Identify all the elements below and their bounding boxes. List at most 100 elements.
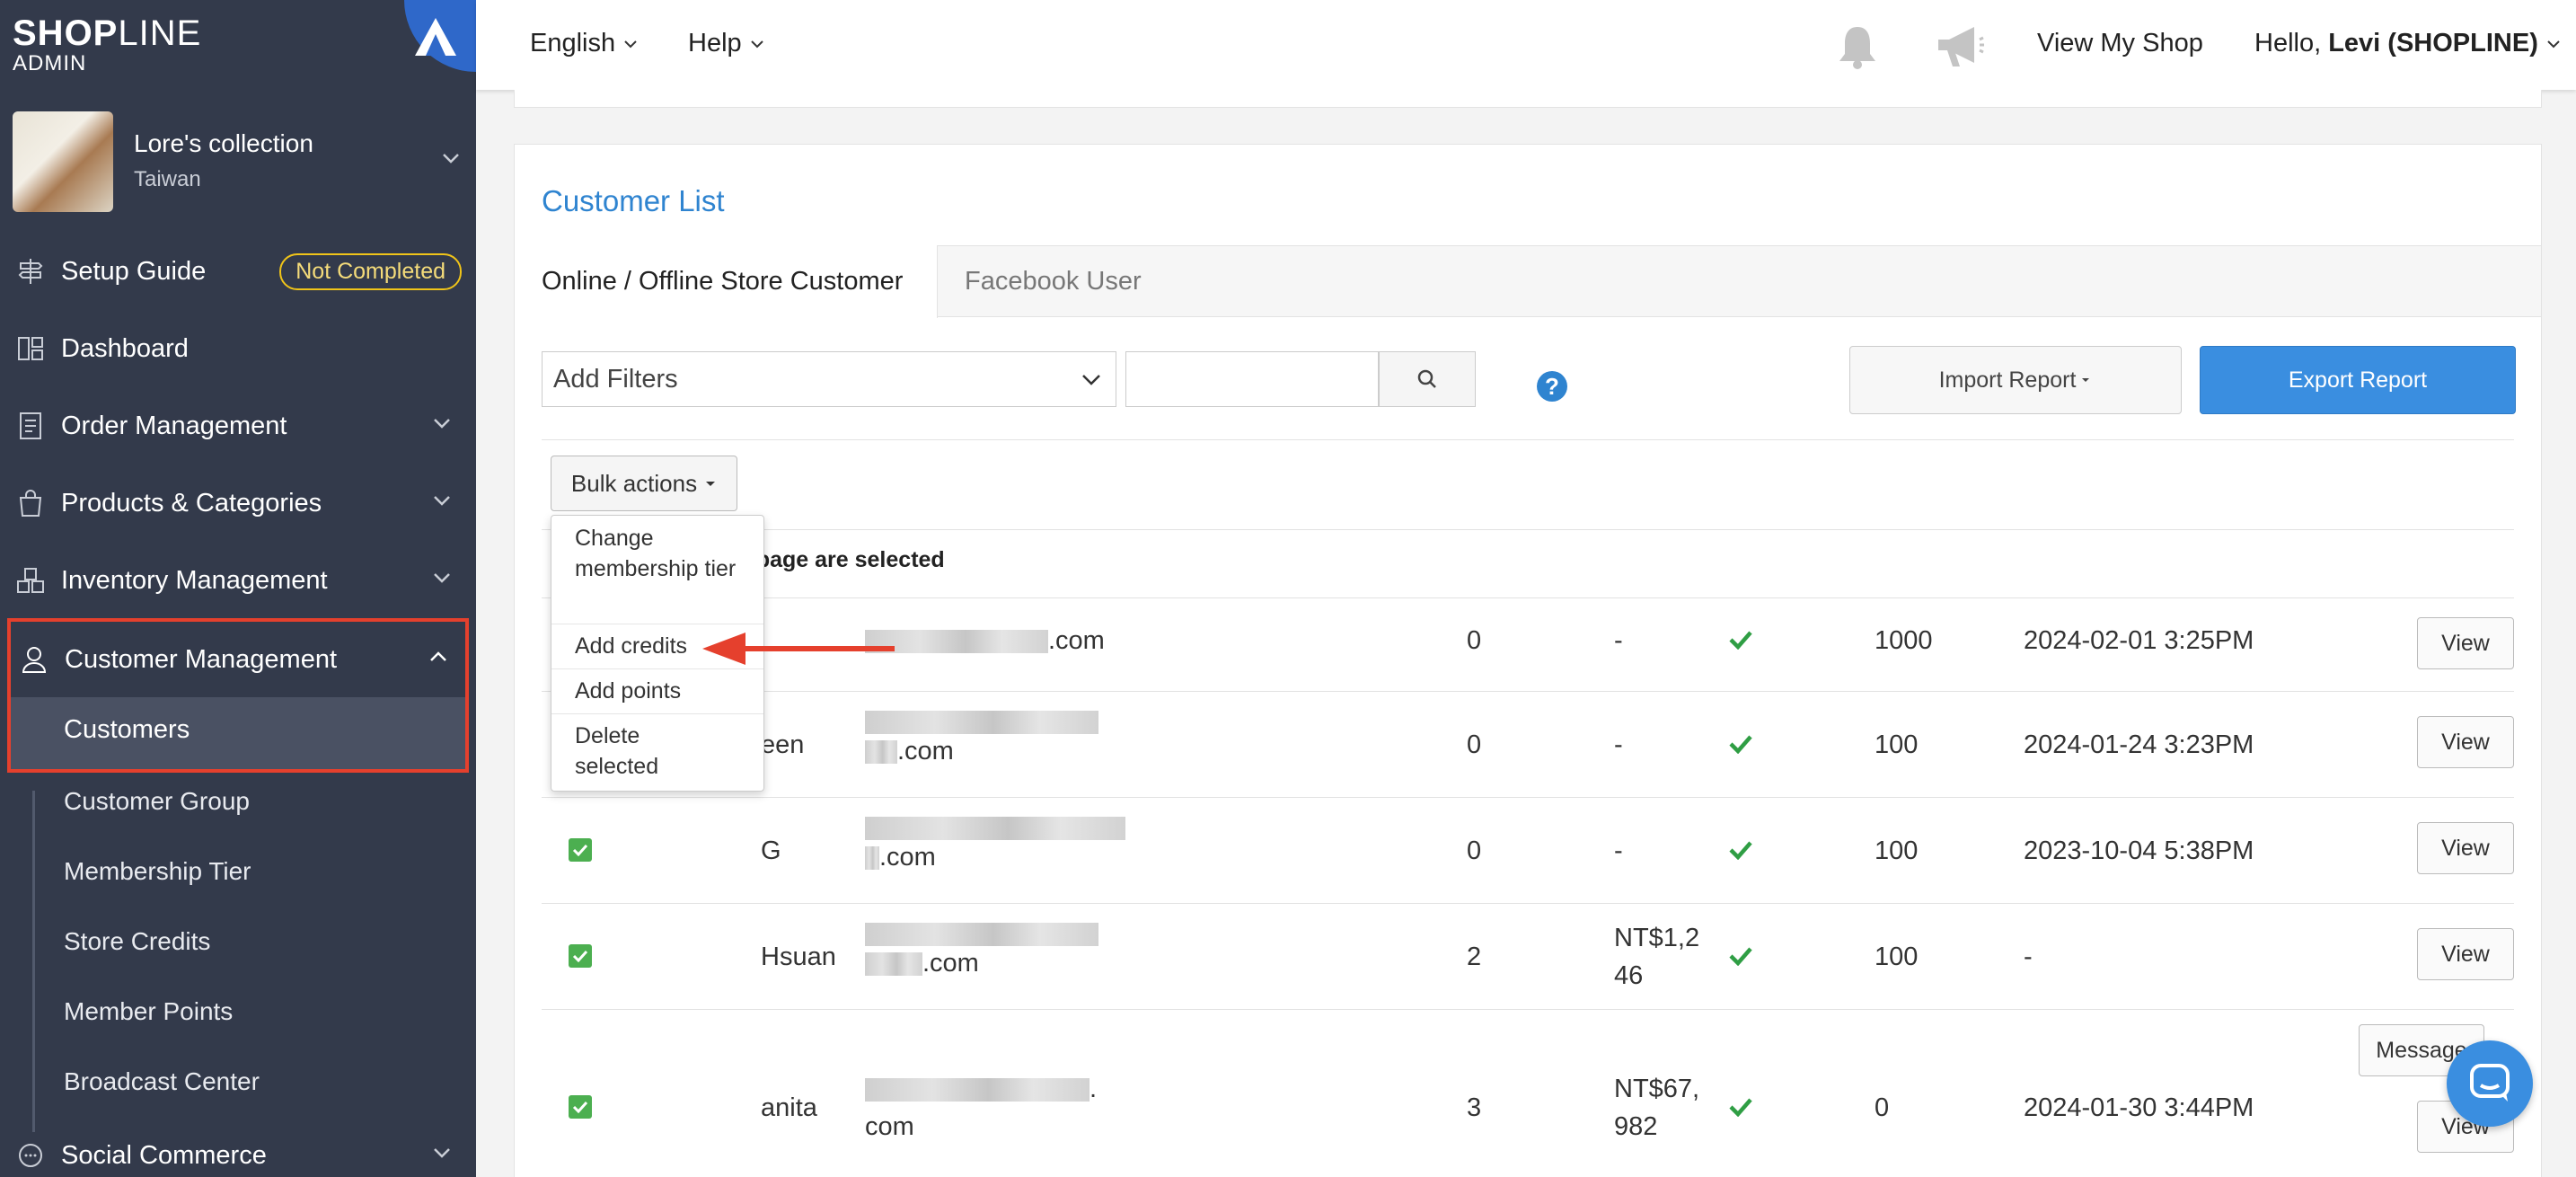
search-input[interactable] (1125, 351, 1379, 407)
tab-online-offline[interactable]: Online / Offline Store Customer (515, 245, 938, 318)
customer-name: G (761, 836, 781, 865)
sidebar-item-products[interactable]: Products & Categories (0, 471, 476, 535)
tab-bar: Online / Offline Store Customer Facebook… (515, 245, 2541, 318)
menu-item-change-membership-tier[interactable]: Change membership tier (575, 523, 754, 584)
customer-email: .com (865, 919, 1098, 978)
page-title: Customer List (542, 184, 725, 217)
sidebar-item-dashboard[interactable]: Dashboard (0, 316, 476, 381)
chevron-down-icon (2547, 40, 2560, 48)
sidebar-item-social-commerce[interactable]: Social Commerce (0, 1123, 476, 1177)
tab-facebook-user[interactable]: Facebook User (938, 245, 1169, 318)
sidebar-subitem-customer-group[interactable]: Customer Group (64, 787, 250, 816)
language-dropdown[interactable]: English (530, 29, 639, 58)
view-button[interactable]: View (2417, 617, 2514, 669)
customer-email: .com (865, 813, 1125, 872)
total-spent: - (1614, 626, 1623, 655)
shopline-logo[interactable]: SHOPLINE ADMIN (13, 14, 201, 75)
sidebar-item-customer-management[interactable]: Customer Management (11, 622, 465, 697)
boxes-icon (14, 564, 47, 597)
total-spent: NT$1,2 46 (1614, 924, 1700, 990)
submenu-line (32, 791, 35, 1132)
store-avatar (13, 111, 113, 212)
chevron-down-icon (431, 489, 453, 518)
redacted-text (865, 817, 1125, 841)
chevron-down-icon (750, 40, 763, 48)
user-icon (18, 643, 50, 676)
menu-item-add-credits[interactable]: Add credits (575, 631, 687, 661)
bell-icon[interactable] (1836, 23, 1879, 77)
language-label: English (530, 29, 616, 58)
row-checkbox[interactable] (569, 944, 592, 968)
live-chat-button[interactable] (2447, 1040, 2533, 1127)
sidebar-item-inventory[interactable]: Inventory Management (0, 548, 476, 613)
checkmark-icon (1729, 841, 1752, 860)
checkmark-icon (1729, 735, 1752, 754)
sidebar-item-order-management[interactable]: Order Management (0, 394, 476, 458)
points-value: 100 (1875, 836, 1919, 865)
store-name: Lore's collection (134, 129, 313, 157)
last-login: - (2024, 942, 2033, 971)
orders-count: 2 (1467, 942, 1482, 971)
sidebar-item-label: Setup Guide (61, 256, 207, 286)
view-button[interactable]: View (2417, 716, 2514, 768)
add-filters-select[interactable]: Add Filters (542, 351, 1116, 407)
chat-icon (14, 1139, 47, 1172)
user-menu[interactable]: Hello, Levi (SHOPLINE) (2254, 29, 2562, 58)
customer-name: anita (761, 1093, 817, 1122)
search-button[interactable] (1379, 351, 1476, 407)
user-name: Levi (SHOPLINE) (2328, 29, 2538, 58)
orders-count: 0 (1467, 836, 1482, 865)
last-login: 2023-10-04 5:38PM (2024, 836, 2254, 865)
help-dropdown[interactable]: Help (688, 29, 765, 58)
signpost-icon (14, 255, 47, 288)
sidebar-subitem-customers[interactable]: Customers (11, 697, 465, 769)
chevron-down-icon (1082, 375, 1100, 385)
previous-panel-edge (514, 90, 2542, 108)
chevron-down-icon (431, 412, 453, 441)
view-button[interactable]: View (2417, 822, 2514, 874)
sidebar-subitem-member-points[interactable]: Member Points (64, 997, 233, 1026)
table-row: een .com 0 - 100 2024-01-24 3:23PM View (542, 691, 2514, 797)
export-report-button[interactable]: Export Report (2200, 346, 2516, 414)
brand-corner-icon (404, 0, 476, 72)
chat-bubble-icon (2470, 1064, 2510, 1102)
orders-count: 0 (1467, 626, 1482, 655)
bulk-actions-button[interactable]: Bulk actions (551, 456, 737, 511)
points-value: 1000 (1875, 626, 1933, 655)
sidebar-subitem-membership-tier[interactable]: Membership Tier (64, 857, 251, 886)
sidebar-item-setup-guide[interactable]: Setup Guide Not Completed (0, 239, 476, 304)
import-report-button[interactable]: Import Report (1849, 346, 2182, 414)
points-value: 0 (1875, 1093, 1890, 1122)
import-label: Import Report (1938, 367, 2077, 393)
sidebar-item-label: Social Commerce (61, 1140, 267, 1170)
row-checkbox[interactable] (569, 1095, 592, 1119)
store-switcher[interactable]: Lore's collection Taiwan (13, 111, 462, 212)
total-spent: - (1614, 730, 1623, 759)
chevron-down-icon (440, 147, 462, 173)
sidebar-subitem-store-credits[interactable]: Store Credits (64, 927, 210, 956)
divider (542, 439, 2514, 440)
sidebar-subitem-broadcast-center[interactable]: Broadcast Center (64, 1067, 260, 1096)
last-login: 2024-01-30 3:44PM (2024, 1093, 2254, 1122)
total-spent: NT$67, 982 (1614, 1075, 1700, 1141)
view-my-shop-link[interactable]: View My Shop (2037, 29, 2203, 58)
help-icon[interactable]: ? (1537, 371, 1567, 402)
bag-icon (14, 487, 47, 519)
customer-email: .com (865, 1075, 1098, 1141)
menu-divider (551, 713, 763, 714)
last-login: 2024-01-24 3:23PM (2024, 730, 2254, 759)
help-label: Help (688, 29, 742, 58)
total-spent: - (1614, 836, 1623, 865)
megaphone-icon[interactable] (1935, 23, 1985, 77)
status-badge: Not Completed (279, 252, 462, 290)
dashboard-icon (14, 332, 47, 365)
selection-message: s page are selected (737, 547, 945, 572)
sidebar-item-label: Products & Categories (61, 488, 322, 518)
order-icon (14, 410, 47, 442)
view-button[interactable]: View (2417, 928, 2514, 980)
menu-item-delete-selected[interactable]: Delete selected (575, 721, 701, 782)
redacted-text (865, 923, 1098, 947)
row-checkbox[interactable] (569, 838, 592, 862)
sidebar-item-label: Inventory Management (61, 565, 328, 595)
menu-item-add-points[interactable]: Add points (575, 676, 681, 706)
